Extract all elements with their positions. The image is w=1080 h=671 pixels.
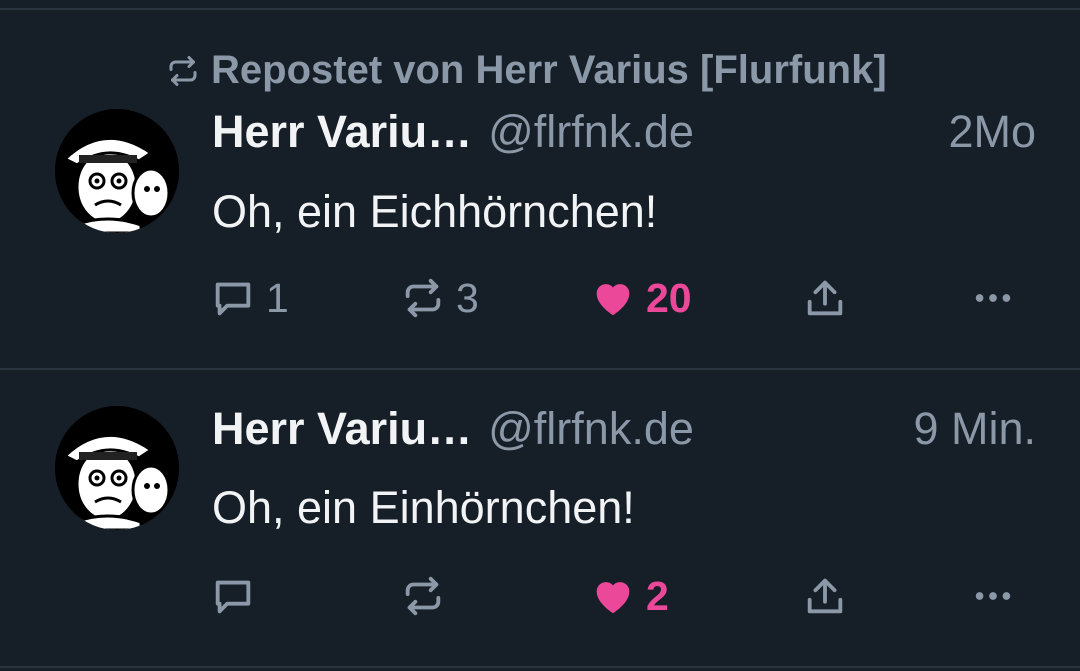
repost-label: Repostet von Herr Varius [Flurfunk] [211,48,887,92]
repost-indicator[interactable]: Repostet von Herr Varius [Flurfunk] [165,48,887,93]
post-time[interactable]: 9 Min. [913,403,1036,455]
post-time[interactable]: 2Mo [948,106,1036,158]
author-handle[interactable]: @flrfnk.de [488,403,694,455]
heart-icon [596,284,630,316]
post-text: Oh, ein Eichhörnchen! [212,186,658,237]
more-dots-icon [975,592,1011,600]
repost-arrows-icon [405,576,441,616]
like-button[interactable]: 2 [590,566,669,626]
more-dots-icon [975,294,1011,302]
share-upload-icon [807,280,843,316]
avatar[interactable] [55,109,179,233]
post-actions: 1 3 20 [210,268,1040,328]
heart-icon [596,582,630,614]
reply-count: 1 [266,274,289,321]
repost-button[interactable] [400,566,456,626]
reply-button[interactable]: 1 [210,268,289,328]
post-item[interactable]: Repostet von Herr Varius [Flurfunk] Herr… [0,0,1080,370]
post-header: Herr Variu… @flrfnk.de 9 Min. [212,403,1036,463]
share-button[interactable] [802,566,848,626]
share-button[interactable] [802,268,848,328]
post-text: Oh, ein Einhörnchen! [212,482,635,533]
reply-button[interactable] [210,566,266,626]
share-upload-icon [807,578,843,614]
bottom-divider [0,666,1080,668]
more-button[interactable] [970,566,1016,626]
post-header: Herr Variu… @flrfnk.de 2Mo [212,106,1036,166]
post-item[interactable]: Herr Variu… @flrfnk.de 9 Min. Oh, ein Ei… [0,370,1080,668]
repost-button[interactable]: 3 [400,268,479,328]
author-handle[interactable]: @flrfnk.de [488,106,694,158]
author-name[interactable]: Herr Variu… [212,403,472,455]
repost-count: 3 [456,274,479,321]
post-feed: Repostet von Herr Varius [Flurfunk] Herr… [0,0,1080,671]
avatar[interactable] [55,406,179,530]
like-count: 2 [646,572,669,619]
comic-avatar-icon [55,109,179,233]
repost-small-icon [169,55,197,86]
speech-bubble-icon [215,282,251,316]
speech-bubble-icon [215,580,251,614]
more-button[interactable] [970,268,1016,328]
comic-avatar-icon [55,406,179,530]
repost-arrows-icon [405,278,441,318]
post-actions: 2 [210,566,1040,626]
like-button[interactable]: 20 [590,268,692,328]
author-name[interactable]: Herr Variu… [212,106,472,158]
like-count: 20 [646,274,692,321]
